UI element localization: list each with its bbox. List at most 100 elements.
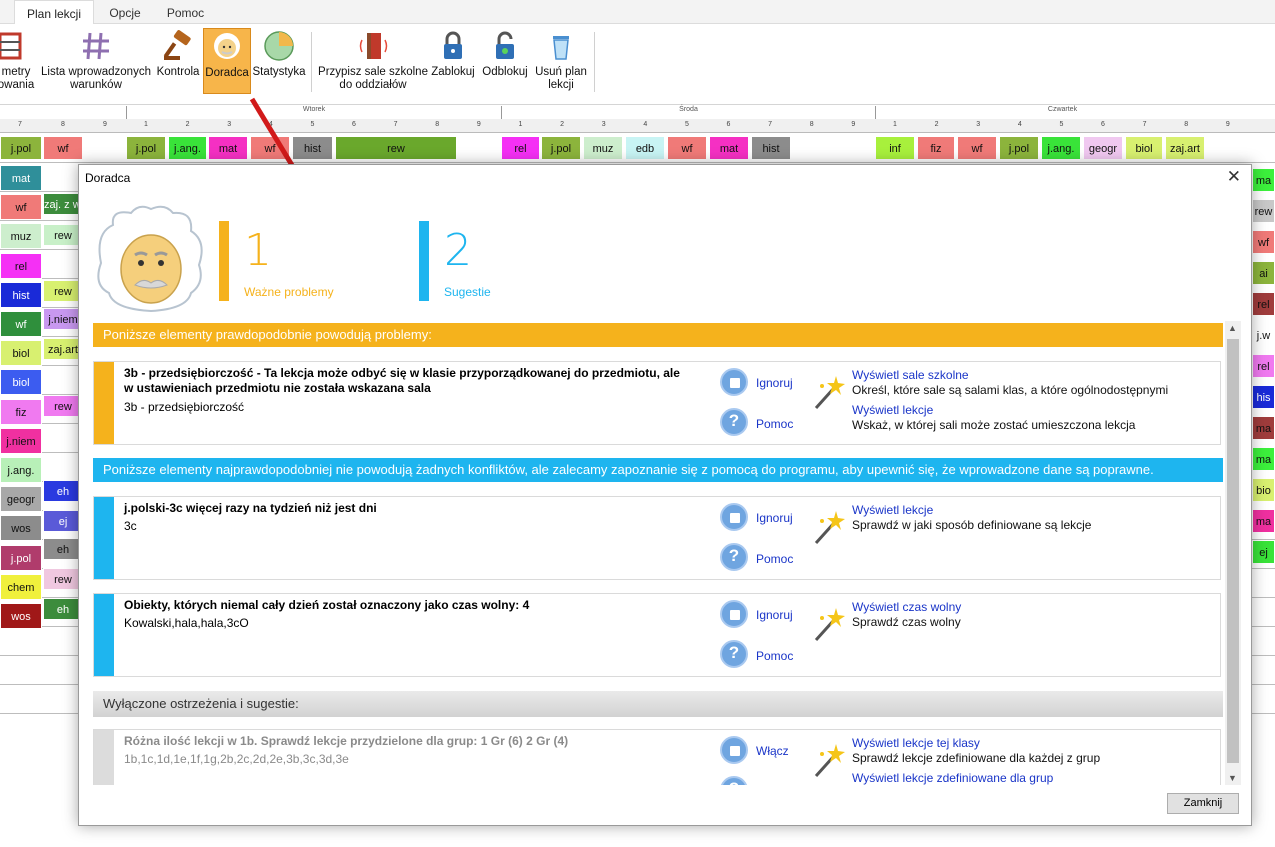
statistics-button[interactable]: Statystyka (252, 28, 306, 96)
lesson-cell[interactable]: j.pol (0, 544, 42, 571)
lesson-cell[interactable]: inf (875, 136, 915, 160)
scroll-down-icon[interactable]: ▼ (1228, 773, 1237, 783)
lesson-cell[interactable]: zaj. z wych (43, 193, 83, 215)
lesson-cell[interactable]: hist (751, 136, 791, 160)
lesson-cell[interactable]: j.ang. (168, 136, 207, 160)
lesson-cell[interactable]: fiz (0, 398, 42, 425)
show-class-lessons-link[interactable]: Wyświetl lekcje tej klasy (852, 736, 980, 750)
scrollbar-thumb[interactable] (1227, 339, 1239, 763)
lesson-cell[interactable]: eh (43, 598, 83, 620)
control-button[interactable]: Kontrola (154, 28, 202, 96)
lesson-cell[interactable]: biol (0, 340, 42, 367)
lesson-cell[interactable]: ma (1252, 168, 1275, 192)
lesson-cell[interactable]: hist (0, 281, 42, 308)
lesson-cell[interactable]: mat (709, 136, 749, 160)
scroll-up-icon[interactable]: ▲ (1228, 323, 1237, 333)
ignore-icon[interactable] (720, 600, 748, 628)
tab-opcje[interactable]: Opcje (100, 0, 150, 24)
lesson-cell[interactable]: wos (0, 603, 42, 629)
lesson-cell[interactable]: eh (43, 538, 83, 560)
help-icon[interactable]: ? (720, 776, 748, 785)
help-icon[interactable]: ? (720, 640, 748, 668)
advisor-button[interactable]: Doradca (203, 28, 251, 94)
lesson-cell[interactable]: zaj.art (1165, 136, 1205, 160)
lesson-cell[interactable]: biol (1125, 136, 1163, 160)
lesson-cell[interactable]: chem (0, 573, 42, 600)
lesson-cell[interactable]: rel (1252, 354, 1275, 378)
help-link[interactable]: Pomoc (756, 552, 793, 566)
enable-link[interactable]: Włącz (756, 744, 789, 758)
ignore-icon[interactable] (720, 503, 748, 531)
lesson-cell[interactable]: muz (583, 136, 623, 160)
lesson-cell[interactable]: eh (43, 480, 83, 502)
lesson-cell[interactable]: j.pol (541, 136, 581, 160)
lesson-cell[interactable]: ma (1252, 447, 1275, 471)
lesson-cell[interactable]: j.pol (126, 136, 166, 160)
assign-rooms-button[interactable]: Przypisz sale szkolne do oddziałów (318, 28, 428, 96)
lesson-cell[interactable]: rew (43, 568, 83, 590)
unlock-button[interactable]: Odblokuj (478, 28, 532, 96)
lesson-cell[interactable]: j.niem (43, 308, 83, 330)
lesson-cell[interactable]: j.pol (0, 136, 42, 160)
lesson-cell[interactable]: rew (43, 395, 83, 417)
lesson-cell[interactable]: rew (43, 224, 83, 246)
lesson-cell[interactable]: rew (43, 280, 83, 302)
lesson-cell[interactable]: wos (0, 515, 42, 542)
lesson-cell[interactable]: biol (0, 369, 42, 396)
lesson-cell[interactable]: j.w (1252, 323, 1275, 347)
lesson-cell[interactable]: wf (0, 311, 42, 337)
lesson-cell[interactable]: j.niem (0, 427, 42, 454)
lesson-cell[interactable]: ma (1252, 509, 1275, 533)
help-icon[interactable]: ? (720, 543, 748, 571)
lesson-cell[interactable]: ma (1252, 416, 1275, 440)
lesson-cell[interactable]: bio (1252, 478, 1275, 502)
lesson-cell[interactable]: rel (1252, 292, 1275, 316)
enable-icon[interactable] (720, 736, 748, 764)
tab-pomoc[interactable]: Pomoc (158, 0, 213, 24)
lesson-cell[interactable]: wf (957, 136, 997, 160)
lesson-cell[interactable]: j.ang. (1041, 136, 1081, 160)
lesson-cell[interactable]: rew (335, 136, 457, 160)
close-button[interactable]: Zamknij (1167, 793, 1239, 814)
lesson-cell[interactable]: mat (0, 165, 42, 191)
lesson-cell[interactable]: j.ang. (0, 457, 42, 483)
ignore-link[interactable]: Ignoruj (756, 511, 793, 525)
show-lessons-link[interactable]: Wyświetl lekcje (852, 403, 933, 417)
lesson-cell[interactable]: wf (0, 194, 42, 221)
lesson-cell[interactable]: wf (667, 136, 707, 160)
lesson-cell[interactable]: rel (0, 252, 42, 279)
lesson-cell[interactable]: j.pol (999, 136, 1039, 160)
lesson-cell[interactable]: his (1252, 385, 1275, 409)
lesson-cell[interactable]: zaj.art (43, 338, 83, 360)
help-icon[interactable]: ? (720, 408, 748, 436)
dialog-scrollbar[interactable]: ▲ ▼ (1225, 321, 1241, 785)
show-lessons-link[interactable]: Wyświetl lekcje (852, 503, 933, 517)
tab-plan-lekcji[interactable]: Plan lekcji (14, 0, 94, 24)
lesson-cell[interactable]: fiz (917, 136, 955, 160)
lesson-cell[interactable]: ej (1252, 540, 1275, 564)
lesson-cell[interactable]: muz (0, 223, 42, 250)
delete-plan-button[interactable]: Usuń plan lekcji (533, 28, 589, 96)
lesson-cell[interactable]: rew (1252, 199, 1275, 223)
period-number: 2 (560, 121, 565, 128)
conditions-list-button[interactable]: Lista wprowadzonych warunków (40, 28, 152, 96)
lesson-cell[interactable]: ai (1252, 261, 1275, 285)
lesson-cell[interactable]: edb (625, 136, 665, 160)
lesson-cell[interactable]: rel (501, 136, 540, 160)
show-rooms-link[interactable]: Wyświetl sale szkolne (852, 368, 969, 382)
ignore-link[interactable]: Ignoruj (756, 376, 793, 390)
ignore-icon[interactable] (720, 368, 748, 396)
help-link[interactable]: Pomoc (756, 417, 793, 431)
help-link[interactable]: Pomoc (756, 649, 793, 663)
lock-button[interactable]: Zablokuj (429, 28, 477, 96)
lesson-cell[interactable]: geogr (1083, 136, 1123, 160)
lesson-cell[interactable]: wf (1252, 230, 1275, 254)
lesson-cell[interactable]: ej (43, 510, 83, 532)
lesson-cell[interactable]: wf (43, 136, 83, 160)
show-free-time-link[interactable]: Wyświetl czas wolny (852, 600, 961, 614)
parameters-button[interactable]: metry owania (0, 28, 36, 96)
lesson-cell[interactable]: geogr (0, 486, 42, 513)
close-icon[interactable]: ✕ (1227, 167, 1241, 187)
show-group-lessons-link[interactable]: Wyświetl lekcje zdefiniowane dla grup (852, 771, 1053, 785)
ignore-link[interactable]: Ignoruj (756, 608, 793, 622)
